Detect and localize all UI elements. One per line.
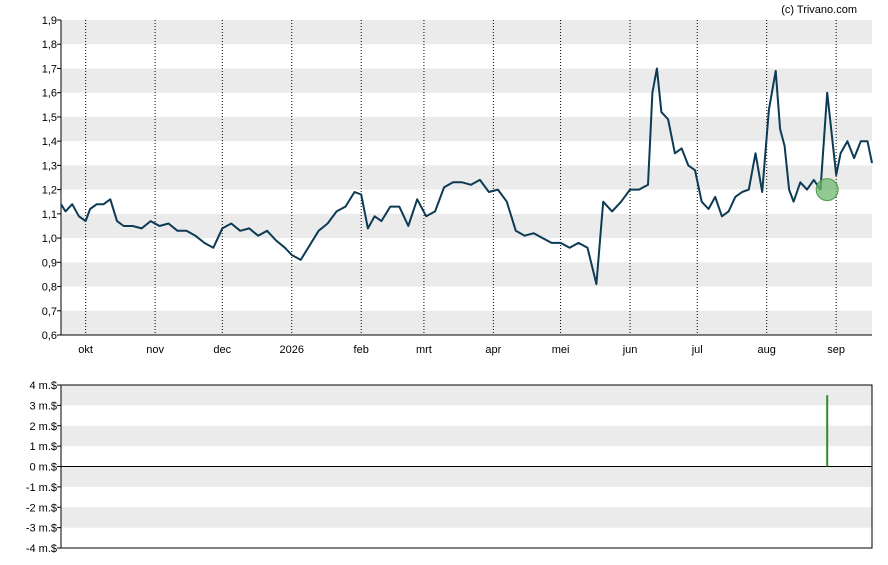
y-tick-label: -2 m.$ <box>26 502 57 514</box>
grid-band <box>61 68 872 93</box>
x-tick-label: jul <box>691 344 703 356</box>
y-tick-label: 1,0 <box>42 233 57 245</box>
y-tick-label: 0,9 <box>42 257 57 269</box>
stock-chart: (c) Trivano.com okt nov dec 2026 feb mrt apr me… <box>26 4 873 555</box>
y-tick-label: -4 m.$ <box>26 543 57 555</box>
y-tick-label: 1,6 <box>42 88 57 100</box>
price-panel: okt nov dec 2026 feb mrt apr mei jun jul aug sep 0,6… <box>42 15 873 356</box>
y-tick-label: 1,7 <box>42 63 57 75</box>
y-tick-label: 2 m.$ <box>29 421 57 433</box>
y-tick-label: 1,8 <box>42 39 57 51</box>
x-tick-label: nov <box>146 344 164 356</box>
y-tick-label: 1,3 <box>42 160 57 172</box>
x-tick-label: 2026 <box>280 344 304 356</box>
y-tick-label: 3 m.$ <box>29 400 57 412</box>
y-tick-label: 0,7 <box>42 306 57 318</box>
grid-band <box>61 262 872 287</box>
grid-band <box>61 213 872 239</box>
y-tick-label: 0 m.$ <box>29 462 57 474</box>
y-tick-label: -1 m.$ <box>26 482 57 494</box>
x-tick-label: aug <box>758 344 776 356</box>
grid-band <box>61 116 872 142</box>
x-tick-label: apr <box>485 344 501 356</box>
x-tick-label: mei <box>552 344 570 356</box>
x-tick-label: dec <box>213 344 231 356</box>
x-tick-label: sep <box>827 344 845 356</box>
y-tick-label: 4 m.$ <box>29 380 57 392</box>
x-tick-label: jun <box>622 344 638 356</box>
y-tick-label: 1,4 <box>42 136 57 148</box>
grid-band <box>61 507 872 528</box>
y-tick-label: 1,1 <box>42 209 57 221</box>
grid-band <box>61 310 872 335</box>
y-tick-label: 1,5 <box>42 112 57 124</box>
grid-band <box>61 20 872 45</box>
volume-panel: 4 m.$ 3 m.$ 2 m.$ 1 m.$ 0 m.$ -1 m.$ -2 m.$ -3 … <box>26 380 873 555</box>
grid-band <box>61 385 872 406</box>
y-tick-label: 0,6 <box>42 330 57 342</box>
event-marker <box>815 178 839 202</box>
y-tick-label: 1,9 <box>42 15 57 27</box>
grid-band <box>61 425 872 447</box>
credit-text: (c) Trivano.com <box>781 4 857 16</box>
x-tick-label: okt <box>78 344 93 356</box>
y-tick-label: 1 m.$ <box>29 441 57 453</box>
y-tick-label: 1,2 <box>42 185 57 197</box>
y-tick-label: -3 m.$ <box>26 523 57 535</box>
y-tick-label: 0,8 <box>42 282 57 294</box>
grid-band <box>61 466 872 487</box>
x-tick-label: feb <box>354 344 369 356</box>
x-tick-label: mrt <box>416 344 432 356</box>
